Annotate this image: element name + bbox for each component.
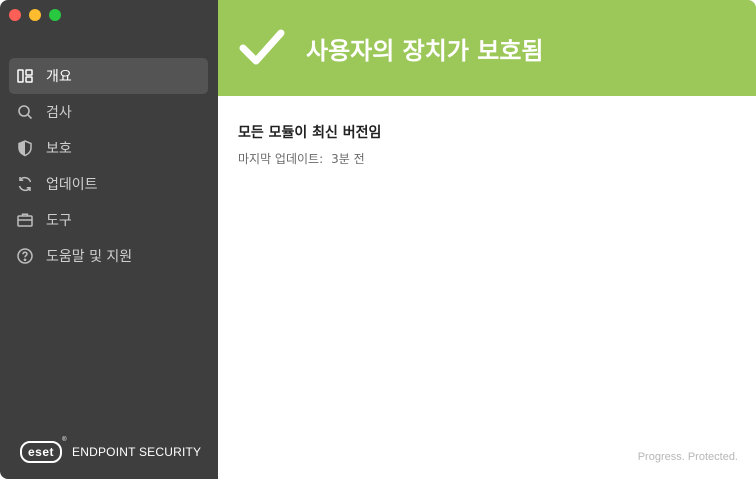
registered-mark: ®: [62, 437, 68, 443]
shield-icon: [16, 139, 34, 157]
sidebar-item-label: 보호: [46, 141, 72, 157]
sidebar-item-scan[interactable]: 검사: [9, 94, 208, 130]
help-icon: [16, 247, 34, 265]
sidebar-item-overview[interactable]: 개요: [9, 58, 208, 94]
sidebar-nav: 개요 검사 보호 업데이트 도구 도움말 및 지원: [9, 58, 208, 274]
last-update-value: 3분 전: [331, 152, 365, 166]
sidebar-item-protection[interactable]: 보호: [9, 130, 208, 166]
brand: eset ® ENDPOINT SECURITY: [20, 437, 202, 463]
last-update-label: 마지막 업데이트:: [238, 152, 324, 166]
minimize-window-button[interactable]: [29, 9, 41, 21]
last-update: 마지막 업데이트: 3분 전: [238, 150, 736, 167]
sidebar-item-label: 검사: [46, 105, 72, 121]
sidebar-item-label: 업데이트: [46, 177, 98, 193]
refresh-icon: [16, 175, 34, 193]
status-banner: 사용자의 장치가 보호됨: [218, 0, 756, 96]
overview-icon: [16, 67, 34, 85]
tagline: Progress. Protected.: [637, 451, 738, 463]
status-details: 모든 모듈이 최신 버전임 마지막 업데이트: 3분 전: [218, 96, 756, 193]
sidebar-item-tools[interactable]: 도구: [9, 202, 208, 238]
sidebar-item-update[interactable]: 업데이트: [9, 166, 208, 202]
status-title: 사용자의 장치가 보호됨: [306, 36, 544, 65]
eset-logo-text: eset: [28, 445, 55, 459]
search-icon: [16, 103, 34, 121]
sidebar-item-label: 개요: [46, 69, 72, 85]
sidebar-item-help[interactable]: 도움말 및 지원: [9, 238, 208, 274]
close-window-button[interactable]: [9, 9, 21, 21]
briefcase-icon: [16, 211, 34, 229]
module-status: 모든 모듈이 최신 버전임: [238, 125, 382, 141]
checkmark-icon: [238, 24, 286, 72]
main-panel: 사용자의 장치가 보호됨 모든 모듈이 최신 버전임 마지막 업데이트: 3분 …: [218, 0, 756, 479]
window-controls: [9, 9, 61, 21]
product-name: ENDPOINT SECURITY: [72, 445, 202, 459]
sidebar-item-label: 도구: [46, 213, 72, 229]
sidebar: 개요 검사 보호 업데이트 도구 도움말 및 지원 eset ® ENDPOIN…: [0, 0, 218, 479]
app-window: 개요 검사 보호 업데이트 도구 도움말 및 지원 eset ® ENDPOIN…: [0, 0, 756, 479]
zoom-window-button[interactable]: [49, 9, 61, 21]
sidebar-item-label: 도움말 및 지원: [46, 249, 133, 265]
eset-logo: eset ®: [20, 437, 67, 463]
